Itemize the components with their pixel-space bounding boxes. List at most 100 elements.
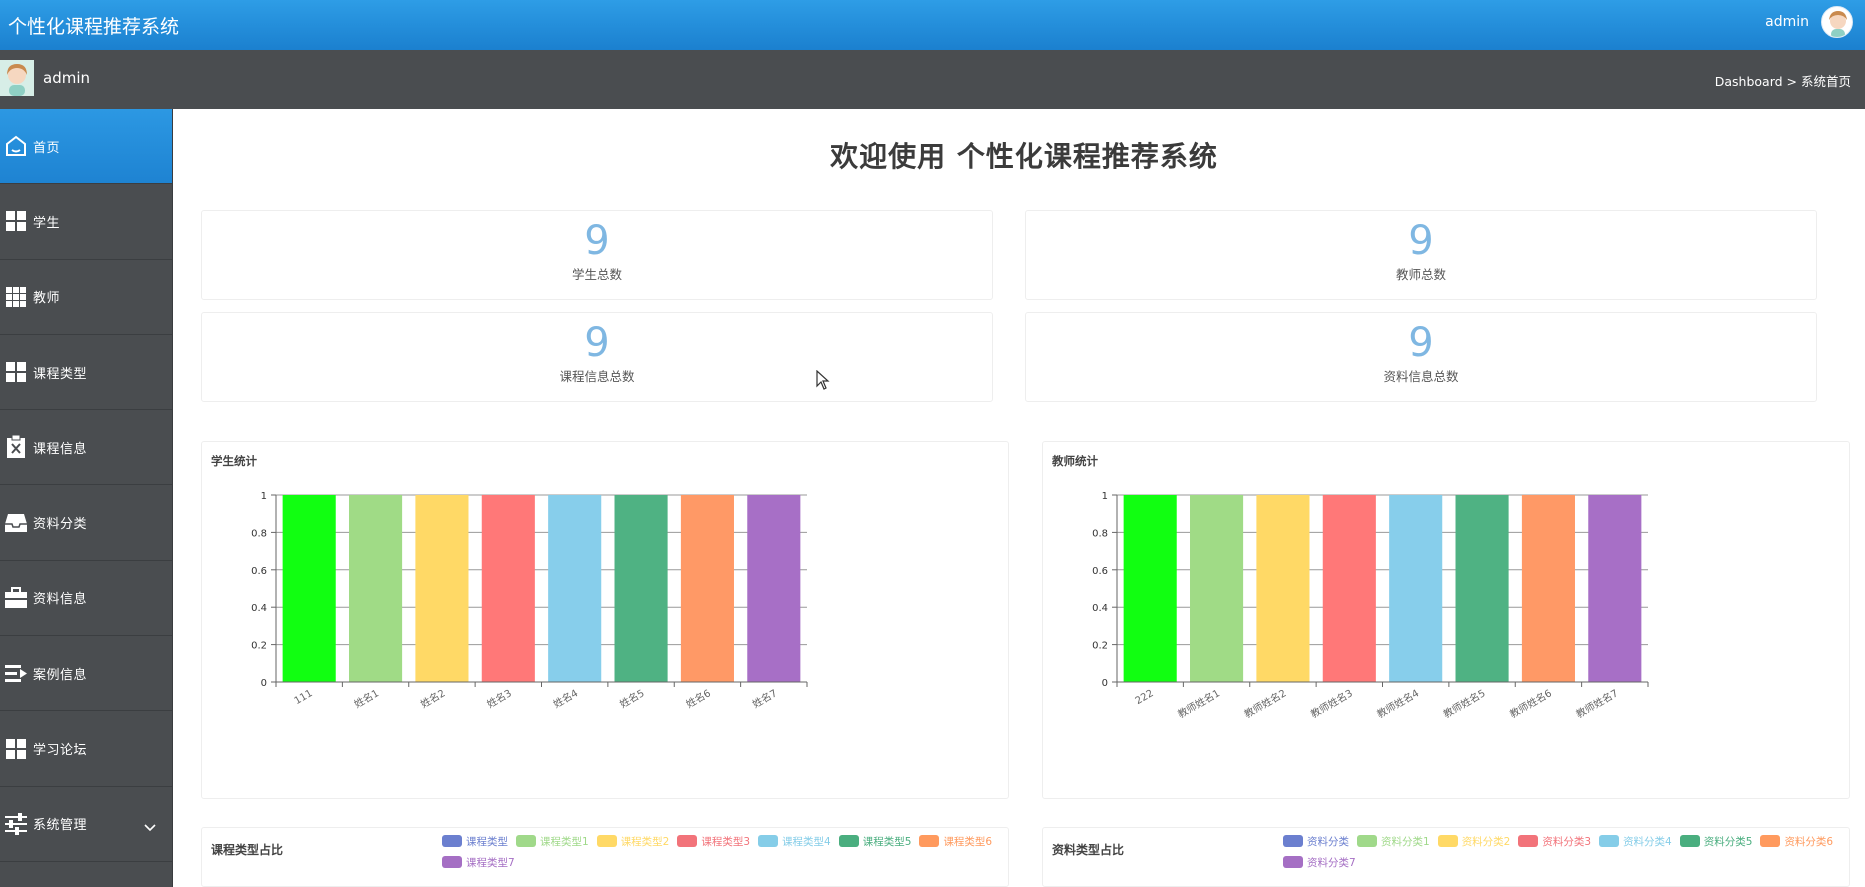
sidebar-item-forum[interactable]: 学习论坛 xyxy=(0,711,172,787)
material-type-ratio-card: 资料类型占比 资料分类 资料分类1 资料分类2 资料分类3 资料分类4 资料分类5 资料分类… xyxy=(1042,827,1850,887)
legend-label: 资料分类4 xyxy=(1623,835,1672,848)
student-bar-chart: 00.20.40.60.81111 姓名1 姓名2 姓名3 姓名4 姓名5 姓名6 姓名7 xyxy=(251,491,808,711)
chevron-down-icon[interactable] xyxy=(144,817,156,836)
breadcrumb[interactable]: Dashboard > 系统首页 xyxy=(1715,71,1851,90)
legend-swatch xyxy=(758,835,779,847)
y-tick-label: 0 xyxy=(261,678,267,689)
y-tick-label: 0 xyxy=(1102,678,1108,689)
legend-item[interactable]: 资料分类5 xyxy=(1679,833,1752,849)
mouse-cursor-icon xyxy=(816,369,830,394)
bar xyxy=(1256,495,1310,682)
bar xyxy=(747,495,801,682)
sidebar-item-label: 学生 xyxy=(33,215,61,231)
sidebar-item-label: 首页 xyxy=(33,140,61,156)
bar xyxy=(282,495,336,682)
legend-label: 资料分类2 xyxy=(1461,835,1511,848)
y-tick-label: 0.2 xyxy=(1092,641,1108,652)
bar xyxy=(1190,495,1244,682)
stat-label: 学生总数 xyxy=(571,267,622,282)
legend-label: 课程类型4 xyxy=(782,835,831,848)
legend-swatch xyxy=(442,835,462,847)
legend-item[interactable]: 资料分类4 xyxy=(1599,833,1672,849)
bar xyxy=(1123,495,1177,682)
bar xyxy=(415,495,469,682)
top-header: 个性化课程推荐系统 admin xyxy=(0,0,1865,50)
stat-card-materials: 9 资料信息总数 xyxy=(1025,312,1817,402)
sidebar-item-student[interactable]: 学生 xyxy=(0,184,172,260)
y-tick-label: 0.6 xyxy=(251,566,267,577)
legend-swatch xyxy=(442,856,462,868)
legend-item[interactable]: 课程类型3 xyxy=(677,833,750,849)
y-tick-label: 1 xyxy=(1102,491,1108,502)
header-avatar[interactable] xyxy=(1821,6,1853,38)
x-tick-label: 222 xyxy=(1134,688,1156,707)
legend-item[interactable]: 课程类型1 xyxy=(516,833,589,849)
legend-label: 课程类型3 xyxy=(701,835,751,848)
x-tick-label: 姓名5 xyxy=(617,686,646,710)
legend-item[interactable]: 课程类型7 xyxy=(442,854,515,870)
legend-swatch xyxy=(516,835,536,847)
sidebar-item-material-info[interactable]: 资料信息 xyxy=(0,561,172,637)
header-username[interactable]: admin xyxy=(1765,14,1809,30)
sidebar-item-label: 系统管理 xyxy=(33,818,88,834)
legend-swatch xyxy=(1357,835,1377,847)
legend-item[interactable]: 课程类型2 xyxy=(596,833,669,849)
legend-swatch xyxy=(919,835,940,847)
legend-label: 课程类型5 xyxy=(862,835,912,848)
legend-item[interactable]: 资料分类1 xyxy=(1357,833,1430,849)
pie-title: 资料类型占比 xyxy=(1052,843,1125,857)
grid-icon xyxy=(3,736,29,762)
main-content: 欢迎使用 个性化课程推荐系统 9 学生总数 9 教师总数 9 课程信息总数 9 … xyxy=(174,109,1865,887)
legend-label: 课程类型1 xyxy=(540,835,589,848)
legend-label: 课程类型6 xyxy=(943,835,993,848)
bar xyxy=(548,495,602,682)
legend-item[interactable]: 资料分类3 xyxy=(1518,833,1591,849)
x-tick-label: 姓名3 xyxy=(484,686,513,710)
legend-item[interactable]: 课程类型 xyxy=(442,833,508,849)
legend-item[interactable]: 资料分类2 xyxy=(1437,833,1511,849)
bar xyxy=(614,495,668,682)
app-title: 个性化课程推荐系统 xyxy=(8,16,180,38)
sidebar-item-material-category[interactable]: 资料分类 xyxy=(0,485,172,561)
sidebar-item-course-type[interactable]: 课程类型 xyxy=(0,335,172,411)
sidebar-item-label: 案例信息 xyxy=(33,667,88,683)
stat-value: 9 xyxy=(584,218,610,264)
sidebar-item-system[interactable]: 系统管理 xyxy=(0,787,172,862)
x-tick-label: 教师姓名3 xyxy=(1308,686,1355,720)
y-tick-label: 0.2 xyxy=(251,641,267,652)
page-title: 欢迎使用 个性化课程推荐系统 xyxy=(830,140,1218,173)
home-icon xyxy=(3,133,29,159)
stat-label: 资料信息总数 xyxy=(1383,369,1459,384)
list-arrow-icon xyxy=(3,660,29,686)
legend-swatch xyxy=(838,835,859,847)
bar xyxy=(680,495,734,682)
sidebar-item-label: 资料信息 xyxy=(33,592,88,608)
sidebar-item-course-info[interactable]: 课程信息 xyxy=(0,410,172,486)
y-tick-label: 0.4 xyxy=(1092,603,1108,614)
stat-label: 课程信息总数 xyxy=(559,369,635,384)
sidebar-item-case-info[interactable]: 案例信息 xyxy=(0,636,172,712)
x-tick-label: 姓名2 xyxy=(418,686,447,710)
course-type-legend: 课程类型 课程类型1 课程类型2 课程类型3 课程类型4 课程类型5 课程类型6 课程类型7 xyxy=(442,833,1002,870)
legend-item[interactable]: 课程类型5 xyxy=(838,833,912,849)
teacher-chart-card: 教师统计 0 0.2 0.4 0.6 0.8 1 222 教师姓名1 教师姓名2 教师姓名3 教师姓… xyxy=(1042,441,1850,799)
teacher-bar-chart: 0 0.2 0.4 0.6 0.8 1 222 教师姓名1 教师姓名2 教师姓名3 教师姓名4 教师姓… xyxy=(1092,491,1649,721)
briefcase-icon xyxy=(3,585,29,611)
student-chart-card: 学生统计 0 0.2 0.4 0.6 0.8 1 111 姓名1 姓名2 姓名3 姓名4 姓名5 姓名6… xyxy=(201,441,1009,799)
sliders-icon xyxy=(3,811,29,837)
bar xyxy=(1588,495,1642,682)
sidebar-item-home[interactable]: 首页 xyxy=(0,109,172,185)
legend-item[interactable]: 资料分类6 xyxy=(1760,833,1833,849)
legend-label: 课程类型7 xyxy=(466,856,515,869)
y-tick-label: 0.4 xyxy=(251,603,267,614)
legend-item[interactable]: 资料分类7 xyxy=(1283,854,1356,870)
legend-item[interactable]: 课程类型6 xyxy=(919,833,992,849)
sidebar-item-label: 学习论坛 xyxy=(33,743,88,759)
sidebar-item-label: 教师 xyxy=(33,291,61,307)
sidebar-item-teacher[interactable]: 教师 xyxy=(0,260,172,335)
stat-card-courses: 9 课程信息总数 xyxy=(201,312,993,402)
legend-item[interactable]: 资料分类 xyxy=(1283,833,1349,849)
legend-item[interactable]: 课程类型4 xyxy=(758,833,831,849)
stat-card-students: 9 学生总数 xyxy=(201,210,993,300)
y-tick-label: 0.6 xyxy=(1092,566,1108,577)
